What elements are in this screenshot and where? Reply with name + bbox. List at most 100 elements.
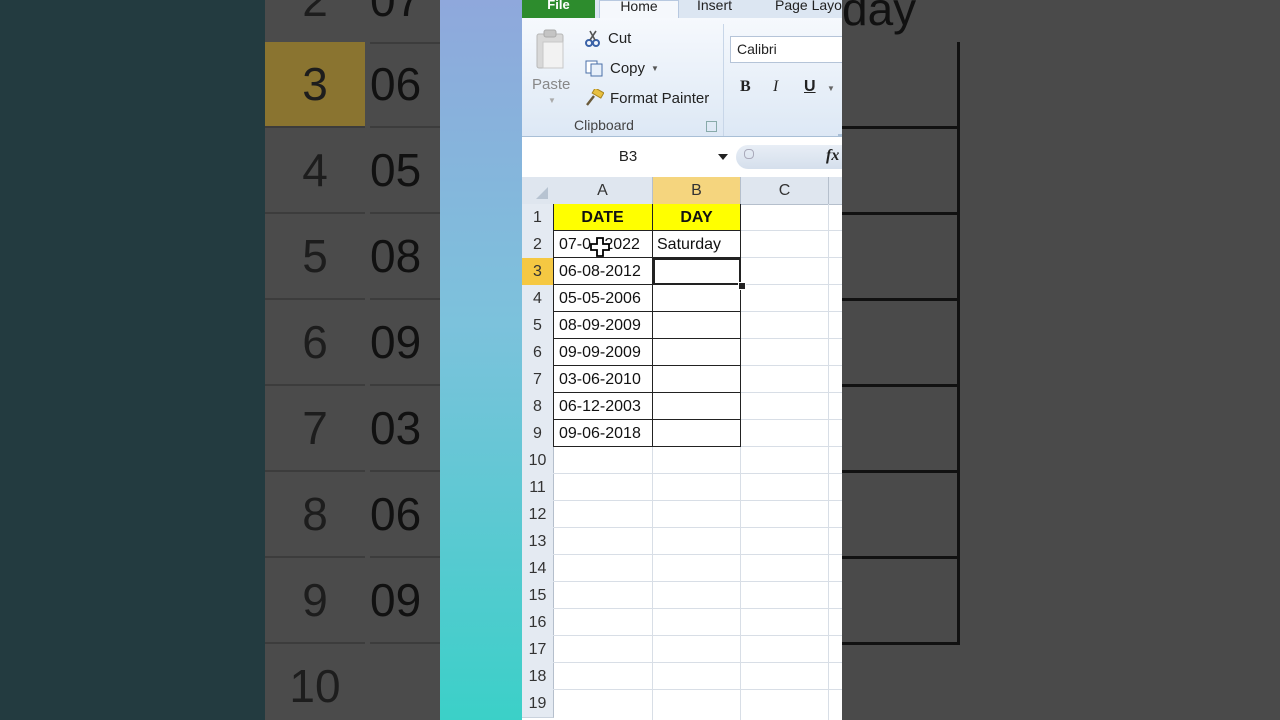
background-right-cell — [842, 214, 960, 301]
name-box-dropdown-icon[interactable] — [718, 154, 728, 160]
row-header[interactable]: 10 — [522, 447, 554, 475]
background-left-pane — [0, 0, 265, 720]
background-row-number: 2 — [265, 0, 365, 44]
ribbon-tab-bar: File Home Insert Page Layo — [522, 0, 842, 20]
row-header[interactable]: 12 — [522, 501, 554, 529]
gridline — [553, 581, 842, 582]
excel-window: File Home Insert Page Layo Paste ▼ Cut C… — [522, 0, 842, 720]
cell-b1[interactable]: DAY — [653, 204, 741, 231]
gridline — [553, 662, 842, 663]
gridline — [828, 204, 829, 720]
row-header[interactable]: 8 — [522, 393, 554, 421]
row-header[interactable]: 19 — [522, 690, 554, 718]
cell-a8[interactable]: 06-12-2003 — [553, 393, 653, 420]
background-cell: 09 — [370, 558, 440, 644]
format-painter-label: Format Painter — [610, 89, 710, 107]
cell-b2[interactable]: Saturday — [653, 231, 741, 258]
background-right-cell — [842, 128, 960, 215]
row-header[interactable]: 15 — [522, 582, 554, 610]
clipboard-group-label: Clipboard — [574, 117, 634, 133]
cell-b9[interactable] — [653, 420, 741, 447]
format-painter-button[interactable]: Format Painter — [584, 86, 709, 110]
row-header[interactable]: 2 — [522, 231, 554, 259]
formula-bar: B3 fx — [522, 137, 842, 175]
cell-a9[interactable]: 09-06-2018 — [553, 420, 653, 447]
fill-handle[interactable] — [738, 282, 746, 290]
tab-home[interactable]: Home — [599, 0, 679, 20]
underline-button[interactable]: U — [804, 78, 816, 96]
cell-b7[interactable] — [653, 366, 741, 393]
copy-dropdown-icon[interactable]: ▼ — [651, 64, 659, 73]
formula-bar-handle-icon[interactable] — [744, 149, 754, 159]
column-header-a[interactable]: A — [553, 177, 653, 205]
row-header[interactable]: 16 — [522, 609, 554, 637]
background-right-cell — [842, 300, 960, 387]
background-row-number: 4 — [265, 128, 365, 214]
gridline — [553, 635, 842, 636]
name-box[interactable]: B3 — [522, 145, 734, 169]
tab-page-layout[interactable]: Page Layo — [775, 0, 842, 13]
background-row-number: 5 — [265, 214, 365, 300]
background-cell: 09 — [370, 300, 440, 386]
row-header[interactable]: 13 — [522, 528, 554, 556]
active-cell-outline[interactable] — [653, 258, 741, 285]
paste-icon[interactable] — [534, 28, 568, 72]
background-row-number: 7 — [265, 386, 365, 472]
cell-a7[interactable]: 03-06-2010 — [553, 366, 653, 393]
bold-button[interactable]: B — [740, 78, 751, 96]
background-row-number: 8 — [265, 472, 365, 558]
row-header[interactable]: 14 — [522, 555, 554, 583]
tab-file[interactable]: File — [522, 0, 595, 18]
background-row-number: 10 — [265, 644, 365, 720]
select-all-triangle-icon — [536, 187, 548, 199]
row-header[interactable]: 6 — [522, 339, 554, 367]
italic-button[interactable]: I — [773, 78, 778, 96]
copy-label: Copy — [610, 59, 646, 77]
cut-label: Cut — [608, 29, 632, 47]
row-header-selected[interactable]: 3 — [522, 258, 554, 286]
paste-dropdown-icon[interactable]: ▼ — [548, 96, 556, 105]
column-header-b[interactable]: B — [653, 177, 741, 205]
gridline — [553, 689, 842, 690]
gridline — [553, 527, 842, 528]
row-header[interactable]: 18 — [522, 663, 554, 691]
row-header[interactable]: 11 — [522, 474, 554, 502]
background-row-number: 9 — [265, 558, 365, 644]
cell-a4[interactable]: 05-05-2006 — [553, 285, 653, 312]
cell-a1[interactable]: DATE — [553, 204, 653, 231]
background-right-cell — [842, 558, 960, 645]
font-name-input[interactable]: Calibri — [730, 36, 842, 63]
gridline — [553, 554, 842, 555]
cell-a5[interactable]: 08-09-2009 — [553, 312, 653, 339]
paste-button[interactable]: Paste — [532, 76, 570, 93]
background-right-cell — [842, 386, 960, 473]
background-row-number: 6 — [265, 300, 365, 386]
row-header[interactable]: 9 — [522, 420, 554, 448]
underline-dropdown-icon[interactable]: ▼ — [827, 84, 835, 93]
gridline — [553, 473, 842, 474]
cell-a6[interactable]: 09-09-2009 — [553, 339, 653, 366]
cell-b5[interactable] — [653, 312, 741, 339]
clipboard-dialog-launcher-icon[interactable] — [706, 121, 717, 132]
row-header[interactable]: 4 — [522, 285, 554, 313]
background-cell: 08 — [370, 214, 440, 300]
gradient-strip — [440, 0, 522, 720]
cell-a3[interactable]: 06-08-2012 — [553, 258, 653, 285]
select-all-button[interactable] — [522, 177, 554, 205]
cut-button[interactable]: Cut — [584, 26, 631, 50]
row-header[interactable]: 7 — [522, 366, 554, 394]
tab-insert[interactable]: Insert — [697, 0, 732, 13]
row-header[interactable]: 5 — [522, 312, 554, 340]
cell-b4[interactable] — [653, 285, 741, 312]
copy-icon — [585, 60, 603, 77]
row-header[interactable]: 17 — [522, 636, 554, 664]
column-header-d[interactable] — [829, 177, 842, 205]
row-header[interactable]: 1 — [522, 204, 554, 232]
cell-b8[interactable] — [653, 393, 741, 420]
insert-function-button[interactable]: fx — [826, 147, 839, 165]
column-header-c[interactable]: C — [741, 177, 829, 205]
cell-b6[interactable] — [653, 339, 741, 366]
gridline — [553, 500, 842, 501]
background-cell: 07 — [370, 0, 440, 44]
copy-button[interactable]: Copy ▼ — [584, 56, 659, 80]
